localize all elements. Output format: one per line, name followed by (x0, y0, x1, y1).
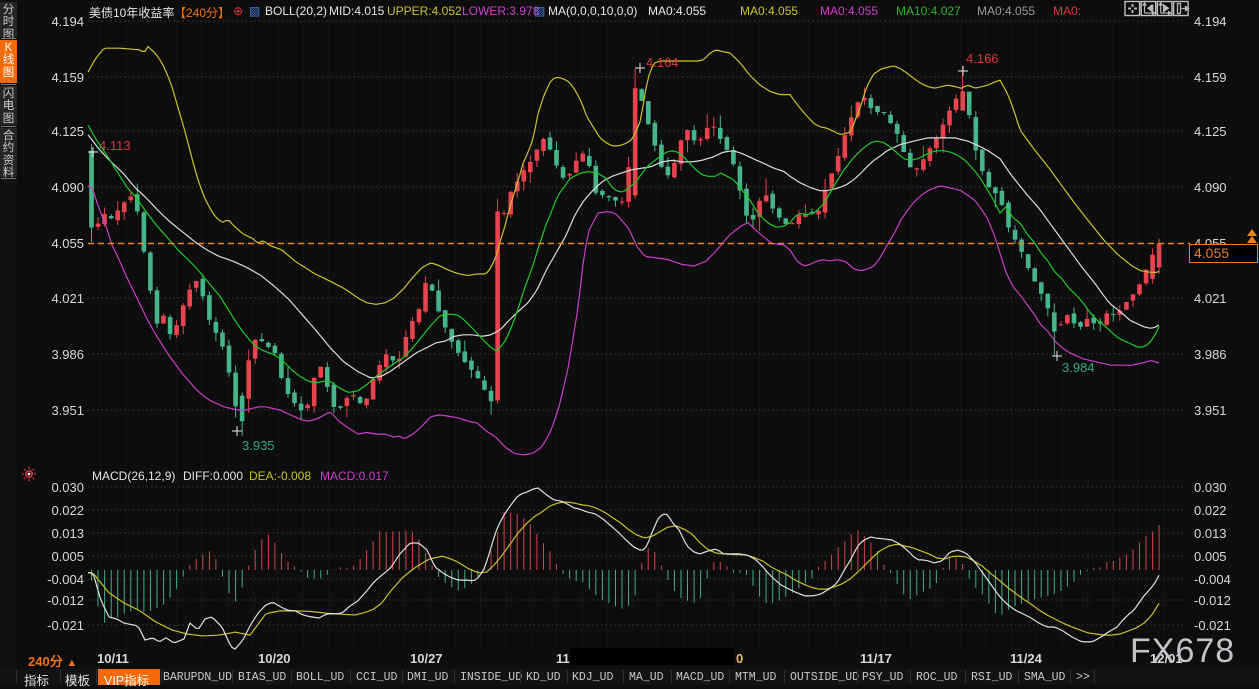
svg-text:3.935: 3.935 (242, 438, 275, 453)
svg-text:4.166: 4.166 (966, 51, 999, 66)
svg-text:4.164: 4.164 (646, 55, 679, 70)
svg-text:4.113: 4.113 (99, 138, 131, 153)
svg-text:3.984: 3.984 (1062, 360, 1095, 375)
